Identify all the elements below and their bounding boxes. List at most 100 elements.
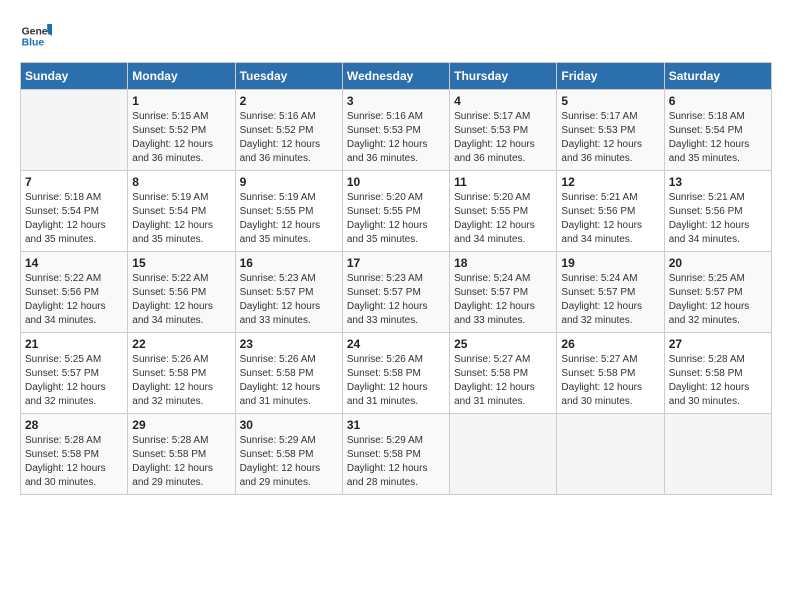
day-info: Sunrise: 5:15 AM Sunset: 5:52 PM Dayligh… xyxy=(132,110,230,166)
calendar-week-row: 21Sunrise: 5:25 AM Sunset: 5:57 PM Dayli… xyxy=(21,333,772,414)
day-number: 20 xyxy=(669,256,767,270)
day-number: 16 xyxy=(240,256,338,270)
day-number: 24 xyxy=(347,337,445,351)
day-number: 6 xyxy=(669,94,767,108)
day-number: 27 xyxy=(669,337,767,351)
day-number: 28 xyxy=(25,418,123,432)
day-info: Sunrise: 5:28 AM Sunset: 5:58 PM Dayligh… xyxy=(25,434,123,490)
day-number: 7 xyxy=(25,175,123,189)
calendar-cell: 5 Sunrise: 5:17 AM Sunset: 5:53 PM Daylig… xyxy=(557,90,664,171)
day-number: 29 xyxy=(132,418,230,432)
calendar-cell: 17 Sunrise: 5:23 AM Sunset: 5:57 PM Dayli… xyxy=(342,252,449,333)
day-number: 9 xyxy=(240,175,338,189)
day-number: 1 xyxy=(132,94,230,108)
calendar-cell: 8 Sunrise: 5:19 AM Sunset: 5:54 PM Daylig… xyxy=(128,171,235,252)
weekday-header-friday: Friday xyxy=(557,63,664,90)
day-info: Sunrise: 5:24 AM Sunset: 5:57 PM Dayligh… xyxy=(561,272,659,328)
day-info: Sunrise: 5:29 AM Sunset: 5:58 PM Dayligh… xyxy=(347,434,445,490)
calendar-cell xyxy=(21,90,128,171)
weekday-header-tuesday: Tuesday xyxy=(235,63,342,90)
day-info: Sunrise: 5:29 AM Sunset: 5:58 PM Dayligh… xyxy=(240,434,338,490)
calendar-cell: 16 Sunrise: 5:23 AM Sunset: 5:57 PM Dayli… xyxy=(235,252,342,333)
calendar-week-row: 7 Sunrise: 5:18 AM Sunset: 5:54 PM Daylig… xyxy=(21,171,772,252)
day-info: Sunrise: 5:26 AM Sunset: 5:58 PM Dayligh… xyxy=(240,353,338,409)
day-info: Sunrise: 5:18 AM Sunset: 5:54 PM Dayligh… xyxy=(669,110,767,166)
day-info: Sunrise: 5:21 AM Sunset: 5:56 PM Dayligh… xyxy=(561,191,659,247)
day-number: 21 xyxy=(25,337,123,351)
day-info: Sunrise: 5:19 AM Sunset: 5:54 PM Dayligh… xyxy=(132,191,230,247)
day-number: 10 xyxy=(347,175,445,189)
day-number: 19 xyxy=(561,256,659,270)
calendar-cell: 22Sunrise: 5:26 AM Sunset: 5:58 PM Dayli… xyxy=(128,333,235,414)
day-info: Sunrise: 5:20 AM Sunset: 5:55 PM Dayligh… xyxy=(347,191,445,247)
calendar-week-row: 1 Sunrise: 5:15 AM Sunset: 5:52 PM Daylig… xyxy=(21,90,772,171)
day-info: Sunrise: 5:18 AM Sunset: 5:54 PM Dayligh… xyxy=(25,191,123,247)
day-info: Sunrise: 5:23 AM Sunset: 5:57 PM Dayligh… xyxy=(240,272,338,328)
calendar-cell: 4 Sunrise: 5:17 AM Sunset: 5:53 PM Daylig… xyxy=(450,90,557,171)
day-number: 11 xyxy=(454,175,552,189)
day-info: Sunrise: 5:16 AM Sunset: 5:53 PM Dayligh… xyxy=(347,110,445,166)
day-number: 4 xyxy=(454,94,552,108)
svg-text:Blue: Blue xyxy=(22,38,45,49)
calendar-cell: 26 Sunrise: 5:27 AM Sunset: 5:58 PM Dayli… xyxy=(557,333,664,414)
day-info: Sunrise: 5:17 AM Sunset: 5:53 PM Dayligh… xyxy=(561,110,659,166)
day-info: Sunrise: 5:28 AM Sunset: 5:58 PM Dayligh… xyxy=(132,434,230,490)
calendar-cell: 15 Sunrise: 5:22 AM Sunset: 5:56 PM Dayli… xyxy=(128,252,235,333)
weekday-header-wednesday: Wednesday xyxy=(342,63,449,90)
calendar-cell: 3Sunrise: 5:16 AM Sunset: 5:53 PM Daylig… xyxy=(342,90,449,171)
calendar-cell: 20 Sunrise: 5:25 AM Sunset: 5:57 PM Dayli… xyxy=(664,252,771,333)
calendar-cell: 24 Sunrise: 5:26 AM Sunset: 5:58 PM Dayli… xyxy=(342,333,449,414)
day-number: 22 xyxy=(132,337,230,351)
calendar-table: SundayMondayTuesdayWednesdayThursdayFrid… xyxy=(20,62,772,495)
day-number: 14 xyxy=(25,256,123,270)
day-number: 5 xyxy=(561,94,659,108)
calendar-cell: 10 Sunrise: 5:20 AM Sunset: 5:55 PM Dayli… xyxy=(342,171,449,252)
calendar-cell: 23 Sunrise: 5:26 AM Sunset: 5:58 PM Dayli… xyxy=(235,333,342,414)
calendar-cell: 1 Sunrise: 5:15 AM Sunset: 5:52 PM Daylig… xyxy=(128,90,235,171)
calendar-cell: 2 Sunrise: 5:16 AM Sunset: 5:52 PM Daylig… xyxy=(235,90,342,171)
day-number: 30 xyxy=(240,418,338,432)
day-number: 15 xyxy=(132,256,230,270)
calendar-cell xyxy=(664,414,771,495)
day-number: 23 xyxy=(240,337,338,351)
calendar-cell: 12 Sunrise: 5:21 AM Sunset: 5:56 PM Dayli… xyxy=(557,171,664,252)
day-info: Sunrise: 5:23 AM Sunset: 5:57 PM Dayligh… xyxy=(347,272,445,328)
day-info: Sunrise: 5:22 AM Sunset: 5:56 PM Dayligh… xyxy=(132,272,230,328)
day-number: 17 xyxy=(347,256,445,270)
calendar-cell: 7 Sunrise: 5:18 AM Sunset: 5:54 PM Daylig… xyxy=(21,171,128,252)
day-info: Sunrise: 5:25 AM Sunset: 5:57 PM Dayligh… xyxy=(669,272,767,328)
day-info: Sunrise: 5:17 AM Sunset: 5:53 PM Dayligh… xyxy=(454,110,552,166)
weekday-header-thursday: Thursday xyxy=(450,63,557,90)
calendar-cell xyxy=(450,414,557,495)
day-info: Sunrise: 5:27 AM Sunset: 5:58 PM Dayligh… xyxy=(561,353,659,409)
day-info: Sunrise: 5:22 AM Sunset: 5:56 PM Dayligh… xyxy=(25,272,123,328)
weekday-header-saturday: Saturday xyxy=(664,63,771,90)
calendar-cell: 30 Sunrise: 5:29 AM Sunset: 5:58 PM Dayli… xyxy=(235,414,342,495)
day-number: 31 xyxy=(347,418,445,432)
calendar-cell: 25Sunrise: 5:27 AM Sunset: 5:58 PM Dayli… xyxy=(450,333,557,414)
calendar-cell: 31 Sunrise: 5:29 AM Sunset: 5:58 PM Dayli… xyxy=(342,414,449,495)
day-info: Sunrise: 5:27 AM Sunset: 5:58 PM Dayligh… xyxy=(454,353,552,409)
calendar-cell: 29 Sunrise: 5:28 AM Sunset: 5:58 PM Dayli… xyxy=(128,414,235,495)
calendar-cell: 18Sunrise: 5:24 AM Sunset: 5:57 PM Dayli… xyxy=(450,252,557,333)
day-number: 8 xyxy=(132,175,230,189)
day-info: Sunrise: 5:16 AM Sunset: 5:52 PM Dayligh… xyxy=(240,110,338,166)
day-info: Sunrise: 5:26 AM Sunset: 5:58 PM Dayligh… xyxy=(347,353,445,409)
logo-icon: General Blue xyxy=(20,20,52,52)
calendar-header-row: SundayMondayTuesdayWednesdayThursdayFrid… xyxy=(21,63,772,90)
day-info: Sunrise: 5:20 AM Sunset: 5:55 PM Dayligh… xyxy=(454,191,552,247)
calendar-cell: 13Sunrise: 5:21 AM Sunset: 5:56 PM Dayli… xyxy=(664,171,771,252)
calendar-cell: 27 Sunrise: 5:28 AM Sunset: 5:58 PM Dayli… xyxy=(664,333,771,414)
weekday-header-sunday: Sunday xyxy=(21,63,128,90)
calendar-week-row: 14 Sunrise: 5:22 AM Sunset: 5:56 PM Dayli… xyxy=(21,252,772,333)
day-number: 26 xyxy=(561,337,659,351)
day-number: 2 xyxy=(240,94,338,108)
calendar-cell: 11 Sunrise: 5:20 AM Sunset: 5:55 PM Dayli… xyxy=(450,171,557,252)
calendar-week-row: 28 Sunrise: 5:28 AM Sunset: 5:58 PM Dayli… xyxy=(21,414,772,495)
day-info: Sunrise: 5:28 AM Sunset: 5:58 PM Dayligh… xyxy=(669,353,767,409)
calendar-cell xyxy=(557,414,664,495)
calendar-cell: 14 Sunrise: 5:22 AM Sunset: 5:56 PM Dayli… xyxy=(21,252,128,333)
day-number: 12 xyxy=(561,175,659,189)
calendar-cell: 28 Sunrise: 5:28 AM Sunset: 5:58 PM Dayli… xyxy=(21,414,128,495)
day-info: Sunrise: 5:19 AM Sunset: 5:55 PM Dayligh… xyxy=(240,191,338,247)
